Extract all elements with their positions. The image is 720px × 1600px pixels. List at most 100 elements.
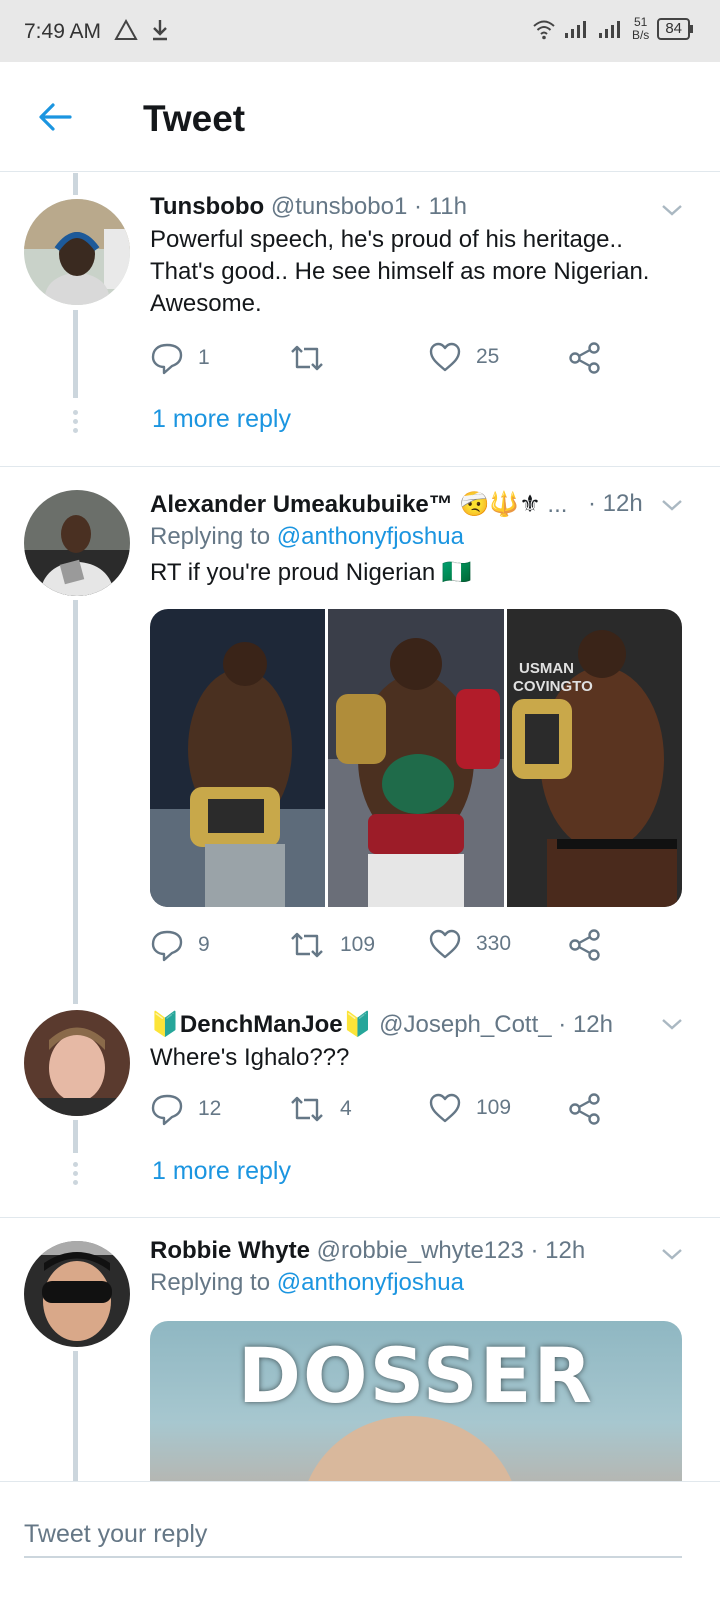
more-replies-link[interactable]: 1 more reply xyxy=(152,405,291,434)
photo-fighter-1 xyxy=(150,609,326,907)
like-button[interactable]: 109 xyxy=(428,1092,511,1124)
thread-line xyxy=(73,1120,78,1153)
retweet-count: 4 xyxy=(340,1097,352,1120)
battery-indicator: 84 xyxy=(657,18,693,40)
retweet-button[interactable] xyxy=(288,341,326,375)
tweet-content[interactable]: Alexander Umeakubuike™ 🤕🔱⚜ ... · 12h Rep… xyxy=(150,490,686,589)
display-name[interactable]: Tunsbobo xyxy=(150,193,264,220)
reply-input[interactable] xyxy=(24,1512,682,1558)
reply-composer xyxy=(0,1481,720,1600)
network-speed: 51 B/s xyxy=(632,16,649,42)
chevron-down-icon[interactable] xyxy=(660,198,684,222)
retweet-button[interactable]: 109 xyxy=(288,928,375,962)
reply-count: 12 xyxy=(198,1097,222,1120)
media-overlay-text: COVINGTO xyxy=(513,678,593,695)
back-arrow-icon xyxy=(39,103,72,131)
avatar-image-denchmanjoe xyxy=(24,1010,130,1116)
handle[interactable]: @tunsbobo1 xyxy=(271,193,407,220)
status-left-icons xyxy=(114,18,170,42)
thread-line xyxy=(73,173,78,195)
tweet-gif-media[interactable]: DOSSER xyxy=(150,1321,682,1491)
speed-unit: B/s xyxy=(631,28,650,42)
avatar[interactable] xyxy=(24,1241,130,1347)
like-count: 25 xyxy=(476,345,500,368)
replying-to: Replying to @anthonyfjoshua xyxy=(150,1269,686,1297)
timestamp: · 12h xyxy=(558,1011,613,1038)
status-right: 51 B/s 84 xyxy=(532,16,693,42)
avatar-image-robbie xyxy=(24,1241,130,1347)
thread-line xyxy=(73,1351,78,1481)
reply-icon xyxy=(151,343,183,375)
retweet-icon xyxy=(291,345,323,371)
share-button[interactable] xyxy=(568,341,602,375)
thread-dots xyxy=(73,1162,78,1189)
timestamp: · 12h xyxy=(530,1237,586,1264)
media-image-adesanya[interactable] xyxy=(150,609,326,907)
divider xyxy=(0,1217,720,1218)
back-button[interactable] xyxy=(34,96,76,138)
reply-icon xyxy=(151,1094,183,1126)
media-overlay-text: USMAN xyxy=(519,660,574,677)
share-button[interactable] xyxy=(568,928,602,962)
like-count: 109 xyxy=(476,1096,512,1119)
retweet-button[interactable]: 4 xyxy=(288,1092,352,1126)
status-time: 7:49 AM xyxy=(24,20,102,43)
download-icon xyxy=(153,20,167,41)
tweet-text: Powerful speech, he's proud of his herit… xyxy=(150,224,686,320)
tweet-text-line: That's good.. He see himself as more Nig… xyxy=(150,258,650,285)
display-name[interactable]: Alexander Umeakubuike™ 🤕🔱⚜ xyxy=(150,491,541,518)
chevron-down-icon[interactable] xyxy=(660,1012,684,1036)
tweet-header: 🔰DenchManJoe🔰 @Joseph_Cott_ · 12h xyxy=(150,1010,686,1039)
chevron-down-icon[interactable] xyxy=(660,1242,684,1266)
replying-handle-link[interactable]: @anthonyfjoshua xyxy=(277,1269,464,1296)
avatar[interactable] xyxy=(24,490,130,596)
share-icon xyxy=(569,342,600,374)
tweet-content[interactable]: Robbie Whyte @robbie_whyte123 · 12h Repl… xyxy=(150,1237,686,1297)
chevron-down-icon[interactable] xyxy=(660,493,684,517)
reply-button[interactable]: 9 xyxy=(150,928,210,962)
avatar-image-tunsbobo xyxy=(24,199,130,305)
timestamp: · 11h xyxy=(414,193,467,220)
media-image-joshua[interactable] xyxy=(328,609,504,907)
avatar-image-alexander xyxy=(24,490,130,596)
tweet-media[interactable]: USMAN COVINGTO xyxy=(150,609,682,907)
display-name[interactable]: 🔰DenchManJoe🔰 xyxy=(150,1011,372,1038)
handle[interactable]: @robbie_whyte123 xyxy=(317,1237,524,1264)
reply-count: 1 xyxy=(198,346,210,369)
tweet-text: Where's Ighalo??? xyxy=(150,1044,350,1071)
page-title: Tweet xyxy=(143,98,246,139)
thread-line xyxy=(73,310,78,398)
replying-to: Replying to @anthonyfjoshua xyxy=(150,523,686,551)
like-button[interactable]: 25 xyxy=(428,341,499,373)
tweet-actions: 12 4 109 xyxy=(150,1092,620,1132)
tweet-content[interactable]: 🔰DenchManJoe🔰 @Joseph_Cott_ · 12h Where'… xyxy=(150,1010,686,1074)
replying-prefix: Replying to xyxy=(150,523,271,550)
reply-button[interactable]: 12 xyxy=(150,1092,221,1126)
media-image-usman[interactable]: USMAN COVINGTO xyxy=(506,609,682,907)
retweet-icon xyxy=(291,1096,323,1122)
display-name[interactable]: Robbie Whyte xyxy=(150,1237,310,1264)
wifi-icon xyxy=(533,20,555,40)
handle[interactable]: ... xyxy=(547,491,567,518)
photo-fighter-2 xyxy=(328,609,504,907)
replying-handle-link[interactable]: @anthonyfjoshua xyxy=(277,523,464,550)
gif-caption-text: DOSSER xyxy=(237,1331,595,1420)
tweet-text-line: Awesome. xyxy=(150,290,262,317)
avatar[interactable] xyxy=(24,199,130,305)
reply-count: 9 xyxy=(198,933,210,956)
reply-button[interactable]: 1 xyxy=(150,341,210,375)
handle[interactable]: @Joseph_Cott_ xyxy=(379,1011,551,1038)
alert-triangle-icon xyxy=(114,18,138,40)
retweet-icon xyxy=(291,932,323,958)
like-button[interactable]: 330 xyxy=(428,928,511,960)
tweet-actions: 1 25 xyxy=(150,341,620,381)
more-replies-link[interactable]: 1 more reply xyxy=(152,1157,291,1186)
divider xyxy=(0,466,720,467)
tweet-actions: 9 109 330 xyxy=(150,928,620,968)
share-button[interactable] xyxy=(568,1092,602,1126)
signal-icon xyxy=(564,21,586,38)
tweet-header: Robbie Whyte @robbie_whyte123 · 12h xyxy=(150,1237,686,1265)
tweet-content[interactable]: Tunsbobo @tunsbobo1 · 11h Powerful speec… xyxy=(150,193,686,320)
top-app-bar: Tweet xyxy=(0,62,720,172)
avatar[interactable] xyxy=(24,1010,130,1116)
